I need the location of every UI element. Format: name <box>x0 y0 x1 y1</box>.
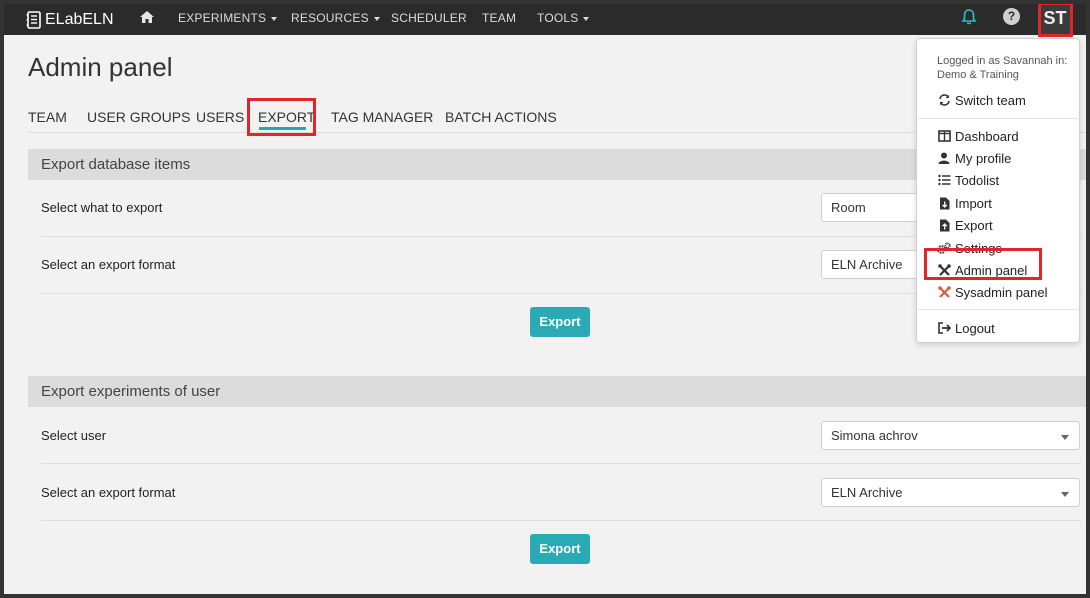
nav-resources-label: RESOURCES <box>291 11 369 25</box>
home-icon[interactable] <box>139 10 155 29</box>
tab-export[interactable]: EXPORT <box>258 109 315 125</box>
menu-import[interactable]: Import <box>937 195 992 211</box>
sysadmin-tools-icon <box>937 285 951 299</box>
exp-format-label: Select an export format <box>41 485 176 500</box>
menu-switch-team[interactable]: Switch team <box>937 92 1026 108</box>
menu-my-profile-label: My profile <box>955 150 1012 166</box>
menu-export-label: Export <box>955 217 993 233</box>
nav-tools[interactable]: TOOLS <box>537 11 590 25</box>
menu-todolist-label: Todolist <box>955 172 1000 188</box>
logged-in-info: Logged in as Savannah in: Demo & Trainin… <box>937 54 1067 82</box>
menu-sysadmin-panel[interactable]: Sysadmin panel <box>937 284 1048 300</box>
nav-scheduler[interactable]: SCHEDULER <box>391 11 467 25</box>
user-avatar-button[interactable]: ST <box>1038 4 1072 35</box>
menu-divider <box>918 309 1080 310</box>
nav-team[interactable]: TEAM <box>482 11 516 25</box>
chevron-down-icon <box>1061 435 1069 440</box>
menu-settings-label: Settings <box>955 240 1002 256</box>
user-icon <box>937 151 951 165</box>
select-user-dropdown[interactable]: Simona achrov <box>821 421 1080 450</box>
caret-down-icon <box>583 16 590 21</box>
help-icon[interactable]: ? <box>1003 8 1020 25</box>
nav-tools-label: TOOLS <box>537 11 579 25</box>
tab-users[interactable]: USERS <box>196 109 244 125</box>
menu-divider <box>918 118 1080 119</box>
app-window: ELabELN EXPERIMENTS RESOURCES SCHEDULER … <box>4 4 1086 594</box>
exp-format-value: ELN Archive <box>831 485 903 500</box>
tab-team[interactable]: TEAM <box>28 109 67 125</box>
select-what-label: Select what to export <box>41 200 163 215</box>
brand-logo[interactable]: ELabELN <box>26 9 114 31</box>
nav-team-label: TEAM <box>482 11 517 25</box>
refresh-icon <box>937 93 951 107</box>
export-format-value: ELN Archive <box>831 257 903 272</box>
menu-admin-panel[interactable]: Admin panel <box>937 262 1027 278</box>
select-user-label: Select user <box>41 428 107 443</box>
dashboard-icon <box>937 129 951 143</box>
row-divider <box>41 463 1081 464</box>
nav-experiments[interactable]: EXPERIMENTS <box>178 11 278 25</box>
brand-name: ELabELN <box>45 11 114 28</box>
page-title: Admin panel <box>28 52 173 82</box>
nav-scheduler-label: SCHEDULER <box>391 11 467 25</box>
menu-my-profile[interactable]: My profile <box>937 150 1011 166</box>
tab-tag-manager[interactable]: TAG MANAGER <box>331 109 433 125</box>
caret-down-icon <box>271 16 278 21</box>
notebook-icon <box>26 11 42 29</box>
bell-icon[interactable] <box>961 8 977 31</box>
nav-experiments-label: EXPERIMENTS <box>178 11 267 25</box>
tab-user-groups[interactable]: USER GROUPS <box>87 109 190 125</box>
export-experiments-button[interactable]: Export <box>530 534 590 564</box>
caret-down-icon <box>373 16 380 21</box>
team-name: Demo & Training <box>937 69 1019 81</box>
chevron-down-icon <box>1061 492 1069 497</box>
export-db-button[interactable]: Export <box>530 307 590 337</box>
top-navbar: ELabELN EXPERIMENTS RESOURCES SCHEDULER … <box>4 4 1086 35</box>
cogs-icon <box>937 241 951 255</box>
exp-format-select[interactable]: ELN Archive <box>821 478 1080 507</box>
nav-resources[interactable]: RESOURCES <box>291 11 380 25</box>
menu-sysadmin-panel-label: Sysadmin panel <box>955 284 1048 300</box>
menu-import-label: Import <box>955 195 992 211</box>
tab-batch-actions[interactable]: BATCH ACTIONS <box>445 109 557 125</box>
active-tab-indicator <box>259 127 306 130</box>
tools-icon <box>937 263 951 277</box>
select-user-value: Simona achrov <box>831 428 918 443</box>
export-db-heading-text: Export database items <box>41 156 191 173</box>
logged-in-line: Logged in as Savannah in: <box>937 55 1068 67</box>
menu-dashboard[interactable]: Dashboard <box>937 128 1019 144</box>
export-exp-heading: Export experiments of user <box>28 376 1086 407</box>
row-divider <box>41 520 1081 521</box>
menu-settings[interactable]: Settings <box>937 240 1002 256</box>
export-format-label: Select an export format <box>41 257 176 272</box>
list-icon <box>937 173 951 187</box>
menu-dashboard-label: Dashboard <box>955 128 1019 144</box>
menu-switch-team-label: Switch team <box>955 92 1026 108</box>
menu-logout-label: Logout <box>955 320 995 336</box>
menu-logout[interactable]: Logout <box>937 320 995 336</box>
export-exp-heading-text: Export experiments of user <box>41 383 221 400</box>
logout-icon <box>937 321 951 335</box>
user-dropdown-menu: Logged in as Savannah in: Demo & Trainin… <box>916 38 1080 343</box>
file-import-icon <box>937 196 951 210</box>
menu-export[interactable]: Export <box>937 217 993 233</box>
file-export-icon <box>937 218 951 232</box>
menu-admin-panel-label: Admin panel <box>955 262 1028 278</box>
menu-todolist[interactable]: Todolist <box>937 172 999 188</box>
export-what-value: Room <box>831 200 866 215</box>
